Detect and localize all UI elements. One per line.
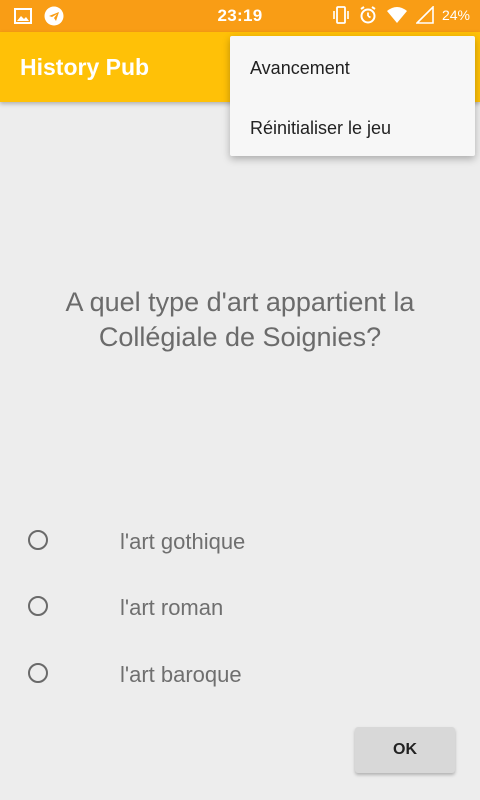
answer-option[interactable]: l'art gothique (0, 517, 480, 567)
answer-option-label: l'art roman (120, 595, 224, 620)
radio-button[interactable] (28, 596, 48, 616)
radio-button[interactable] (28, 530, 48, 550)
ok-button[interactable]: OK (355, 727, 455, 773)
overflow-menu: Avancement Réinitialiser le jeu (230, 36, 475, 156)
battery-percent: 24% (441, 7, 470, 23)
signal-icon (415, 6, 434, 24)
wifi-icon (386, 6, 408, 24)
menu-item-reset-game[interactable]: Réinitialiser le jeu (230, 98, 475, 158)
answer-option[interactable]: l'art baroque (0, 650, 480, 700)
vibrate-icon (332, 5, 350, 25)
menu-item-avancement[interactable]: Avancement (230, 38, 475, 98)
status-bar: 23:19 24% (0, 0, 480, 32)
app-title: History Pub (20, 54, 150, 80)
radio-button[interactable] (28, 663, 48, 683)
answer-option[interactable]: l'art roman (0, 583, 480, 633)
screen: 23:19 24% History Pub Avancement Réiniti… (0, 0, 480, 800)
alarm-icon (358, 5, 378, 25)
answer-option-label: l'art baroque (120, 662, 242, 687)
status-right-icons: 24% (332, 5, 470, 25)
answer-option-label: l'art gothique (120, 529, 246, 554)
question-text: A quel type d'art appartient la Collégia… (65, 287, 415, 352)
